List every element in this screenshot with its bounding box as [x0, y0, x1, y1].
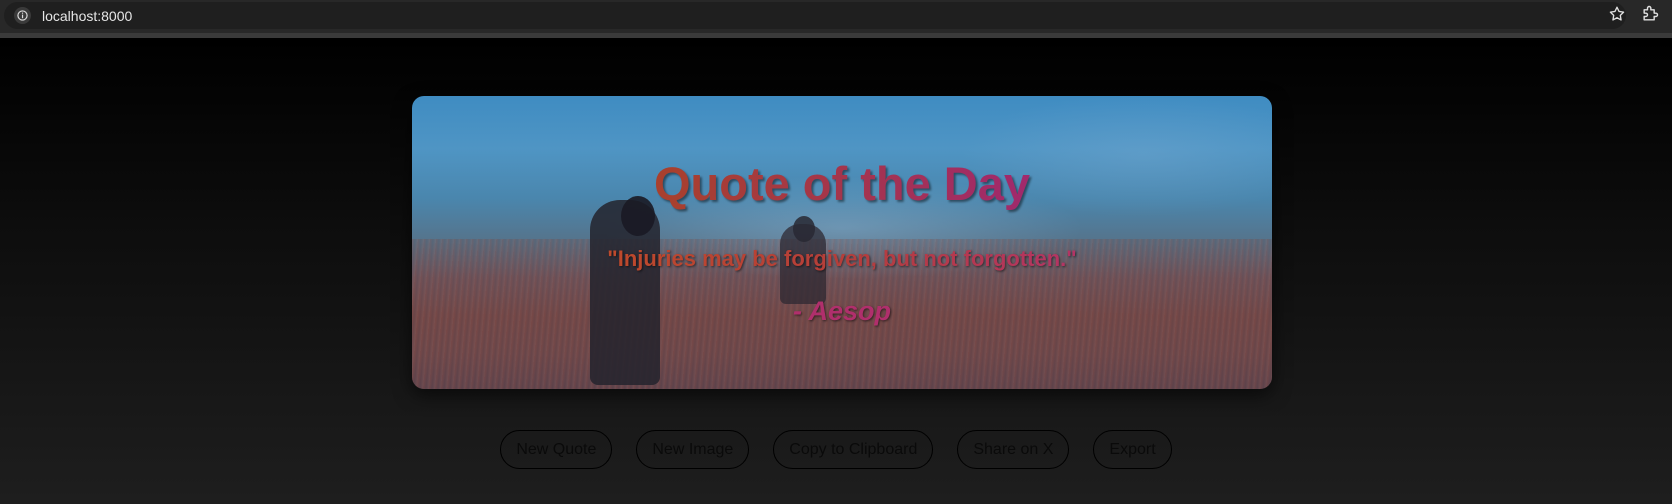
background-person-far-head	[793, 216, 815, 242]
url-text[interactable]: localhost:8000	[42, 8, 132, 24]
address-bar[interactable]: localhost:8000	[4, 2, 1626, 29]
extensions-icon[interactable]	[1640, 4, 1660, 24]
export-button[interactable]: Export	[1093, 430, 1172, 469]
share-on-x-button[interactable]: Share on X	[957, 430, 1070, 469]
quote-text: "Injuries may be forgiven, but not forgo…	[412, 246, 1272, 272]
quote-card: Quote of the Day "Injuries may be forgiv…	[412, 96, 1272, 389]
page-content: Quote of the Day "Injuries may be forgiv…	[0, 38, 1672, 504]
star-icon[interactable]	[1608, 5, 1626, 23]
browser-toolbar: localhost:8000	[0, 0, 1672, 38]
card-title: Quote of the Day	[412, 156, 1272, 211]
action-buttons: New Quote New Image Copy to Clipboard Sh…	[0, 430, 1672, 469]
new-image-button[interactable]: New Image	[636, 430, 750, 469]
quote-author: - Aesop	[792, 296, 891, 326]
copy-to-clipboard-button[interactable]: Copy to Clipboard	[773, 430, 934, 469]
info-icon[interactable]	[14, 7, 31, 24]
new-quote-button[interactable]: New Quote	[500, 430, 613, 469]
